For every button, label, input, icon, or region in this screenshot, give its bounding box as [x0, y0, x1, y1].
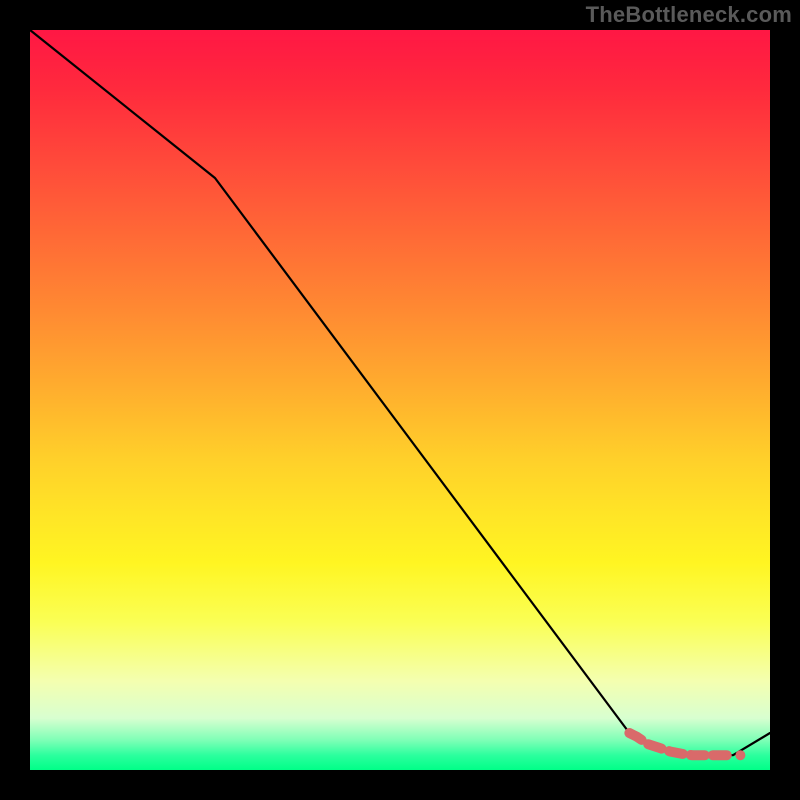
chart-frame: TheBottleneck.com	[0, 0, 800, 800]
chart-svg	[30, 30, 770, 770]
bottleneck-curve-line	[30, 30, 770, 755]
plot-area	[30, 30, 770, 770]
highlight-markers	[629, 733, 745, 760]
highlight-end-dot	[735, 750, 745, 760]
watermark-text: TheBottleneck.com	[586, 2, 792, 28]
highlight-stroke	[629, 733, 733, 755]
